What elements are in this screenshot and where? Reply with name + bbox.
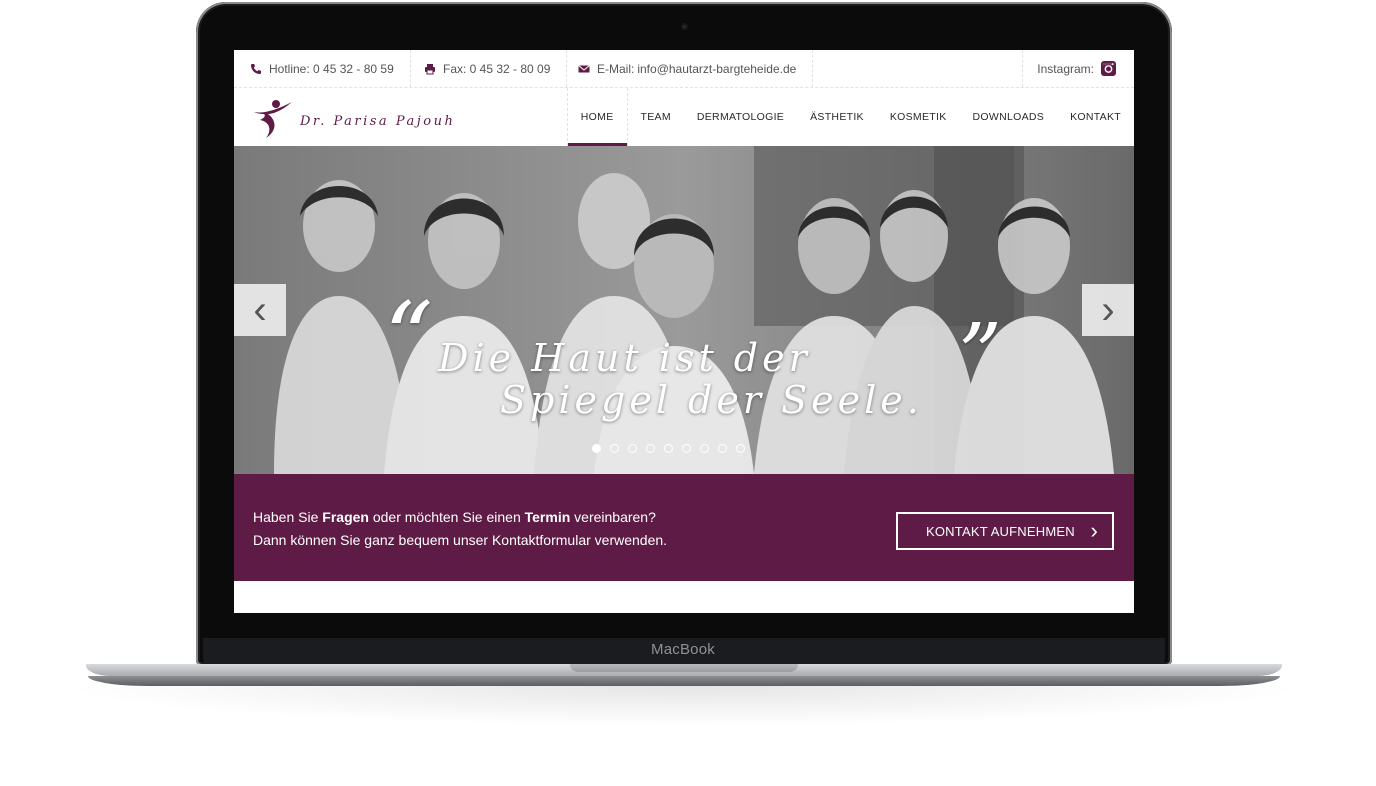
hotline-text: Hotline: 0 45 32 - 80 59 <box>269 61 394 76</box>
quote-line-1: Die Haut ist der <box>438 336 811 380</box>
slider-dot[interactable] <box>610 444 619 453</box>
site-header: Dr. Parisa Pajouh HOME TEAM DERMATOLOGIE… <box>234 88 1134 146</box>
slider-dot[interactable] <box>664 444 673 453</box>
nav-kosmetik[interactable]: KOSMETIK <box>877 88 960 146</box>
instagram-icon[interactable] <box>1101 61 1116 76</box>
email-link[interactable]: info@hautarzt-bargteheide.de <box>637 62 796 76</box>
hero-quote: “ Die Haut ist der Spiegel der Seele. ” <box>384 282 1004 436</box>
cta-line-1: Haben Sie Fragen oder möchten Sie einen … <box>253 509 656 525</box>
slider-pagination <box>592 444 745 453</box>
chevron-right-icon: › <box>1101 288 1115 332</box>
contact-cta-band: Haben Sie Fragen oder möchten Sie einen … <box>234 474 1134 581</box>
laptop-brand-label: MacBook <box>651 641 715 658</box>
printer-icon <box>425 63 435 74</box>
quote-close-icon: ” <box>958 306 1002 406</box>
contact-button[interactable]: KONTAKT AUFNEHMEN › <box>896 512 1114 550</box>
nav-kontakt[interactable]: KONTAKT <box>1057 88 1134 146</box>
slider-prev-button[interactable]: ‹ <box>234 284 286 336</box>
logo[interactable]: Dr. Parisa Pajouh <box>250 97 470 141</box>
slider-dot[interactable] <box>682 444 691 453</box>
nav-team[interactable]: TEAM <box>628 88 684 146</box>
main-nav: HOME TEAM DERMATOLOGIE ÄSTHETIK KOSMETIK… <box>566 88 1134 146</box>
quote-open-icon: “ <box>384 282 434 394</box>
chevron-right-icon: › <box>1090 518 1098 543</box>
email-item[interactable]: E-Mail: info@hautarzt-bargteheide.de <box>562 50 814 87</box>
top-info-bar: Hotline: 0 45 32 - 80 59 Fax: 0 45 32 - … <box>234 50 1134 88</box>
nav-downloads[interactable]: DOWNLOADS <box>960 88 1058 146</box>
laptop-shadow <box>60 686 1310 726</box>
fax-item: Fax: 0 45 32 - 80 09 <box>408 50 568 87</box>
email-label: E-Mail: <box>597 61 635 76</box>
quote-line-2: Spiegel der Seele. <box>500 378 923 422</box>
chevron-left-icon: ‹ <box>253 288 267 332</box>
phone-icon <box>251 63 261 74</box>
instagram-item[interactable]: Instagram: <box>1022 50 1134 87</box>
content-area <box>234 581 1134 613</box>
hotline-item[interactable]: Hotline: 0 45 32 - 80 59 <box>234 50 411 87</box>
fax-text: Fax: 0 45 32 - 80 09 <box>443 61 551 76</box>
slider-dot[interactable] <box>700 444 709 453</box>
contact-button-label: KONTAKT AUFNEHMEN <box>926 523 1075 539</box>
envelope-icon <box>578 64 590 72</box>
cta-line-2: Dann können Sie ganz bequem unser Kontak… <box>253 532 668 548</box>
instagram-label: Instagram: <box>1037 61 1094 76</box>
slider-next-button[interactable]: › <box>1082 284 1134 336</box>
slider-dot[interactable] <box>646 444 655 453</box>
browser-screen: Hotline: 0 45 32 - 80 59 Fax: 0 45 32 - … <box>234 50 1134 613</box>
slider-dot[interactable] <box>718 444 727 453</box>
nav-dermatologie[interactable]: DERMATOLOGIE <box>684 88 797 146</box>
laptop-opening-notch <box>570 664 798 672</box>
hero-slider: ‹ › “ Die Haut ist der Spiegel der Seele… <box>234 146 1134 474</box>
laptop-base-edge <box>88 676 1280 686</box>
cta-text: Haben Sie Fragen oder möchten Sie einen … <box>253 506 667 552</box>
slider-dot[interactable] <box>592 444 601 453</box>
slider-dot[interactable] <box>736 444 745 453</box>
slider-dot[interactable] <box>628 444 637 453</box>
nav-aesthetik[interactable]: ÄSTHETIK <box>797 88 877 146</box>
logo-text: Dr. Parisa Pajouh <box>300 113 456 129</box>
nav-home[interactable]: HOME <box>566 88 628 146</box>
logo-figure-icon <box>254 100 292 138</box>
camera-icon <box>681 23 688 30</box>
